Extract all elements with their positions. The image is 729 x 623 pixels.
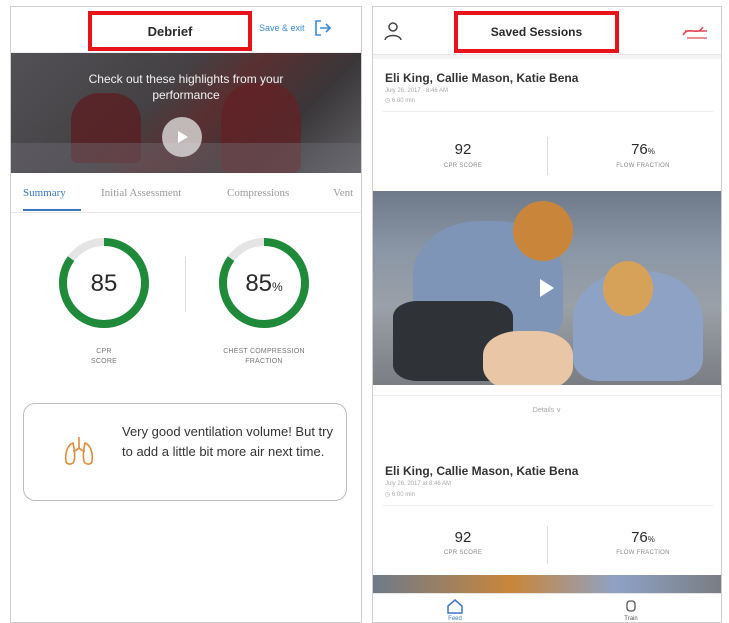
session-duration: ◷ 6:00 min [385, 492, 415, 498]
cpr-score-label: CPR SCORE [91, 348, 117, 365]
cpr-score-value: 92 [454, 141, 472, 158]
play-button[interactable] [162, 117, 202, 157]
stat-divider [547, 137, 548, 175]
session-card[interactable]: Eli King, Callie Mason, Katie Bena July … [373, 433, 721, 593]
train-icon[interactable] [621, 598, 641, 614]
nav-train[interactable]: Train [611, 616, 651, 622]
active-tab-indicator [23, 209, 81, 211]
bottom-nav: Feed Train [373, 593, 721, 622]
feedback-card: Very good ventilation volume! But try to… [23, 403, 347, 501]
clock-icon: ◷ [385, 492, 392, 498]
debrief-screen: Debrief Save & exit Check out these high… [10, 6, 362, 623]
saved-sessions-screen: Saved Sessions Eli King, Callie Mason, K… [372, 6, 722, 623]
feedback-text: Very good ventilation volume! But try to… [122, 424, 334, 459]
tab-compressions[interactable]: Compressions [227, 187, 289, 199]
stat-divider [547, 526, 548, 564]
page-title: Debrief [88, 11, 252, 51]
exit-icon[interactable] [313, 19, 333, 37]
chest-compression-label: CHEST COMPRESSION FRACTION [223, 348, 305, 365]
play-icon[interactable] [534, 276, 558, 300]
nav-feed[interactable]: Feed [435, 616, 475, 622]
session-date: July 26, 2017 · 8:46 AM [385, 88, 449, 94]
save-exit-link[interactable]: Save & exit [259, 23, 305, 33]
metric-divider [185, 257, 186, 312]
tab-ventilation[interactable]: Vent [333, 187, 353, 199]
cpr-score-value: 85 [90, 270, 118, 297]
user-icon[interactable] [383, 21, 403, 41]
play-icon [178, 131, 188, 143]
session-participants: Eli King, Callie Mason, Katie Bena [385, 71, 579, 85]
flow-fraction-label: FLOW FRACTION [616, 163, 670, 169]
chest-compression-value: 85% [245, 270, 283, 297]
divider [383, 111, 713, 112]
flow-fraction-value: 76% [631, 141, 655, 158]
cpr-score-value: 92 [454, 529, 472, 546]
flow-fraction-label: FLOW FRACTION [616, 550, 670, 556]
page-title: Saved Sessions [454, 11, 619, 53]
session-video[interactable] [373, 191, 721, 385]
session-video[interactable] [373, 575, 721, 593]
details-toggle[interactable]: Details ∨ [373, 395, 721, 425]
lungs-icon [64, 437, 94, 465]
cpr-score-label: CPR SCORE [443, 550, 483, 556]
tab-summary[interactable]: Summary [23, 187, 66, 199]
highlight-video[interactable]: Check out these highlights from your per… [11, 53, 361, 173]
debrief-tabs: Summary Initial Assessment Compressions … [11, 173, 361, 213]
session-date: July 26, 2017 at 8:46 AM [385, 481, 452, 487]
clock-icon: ◷ [385, 98, 392, 104]
divider [383, 505, 713, 506]
cpr-score-label: CPR SCORE [443, 163, 483, 169]
tab-initial-assessment[interactable]: Initial Assessment [101, 187, 181, 199]
debrief-header: Debrief Save & exit [11, 7, 361, 53]
hero-caption: Check out these highlights from your per… [88, 72, 284, 102]
session-duration: ◷ 6:00 min [385, 98, 415, 104]
flow-fraction-value: 76% [631, 529, 655, 546]
sessions-header: Saved Sessions [373, 7, 721, 55]
session-participants: Eli King, Callie Mason, Katie Bena [385, 464, 579, 478]
home-icon[interactable] [445, 598, 465, 614]
brand-logo-icon [682, 26, 707, 39]
